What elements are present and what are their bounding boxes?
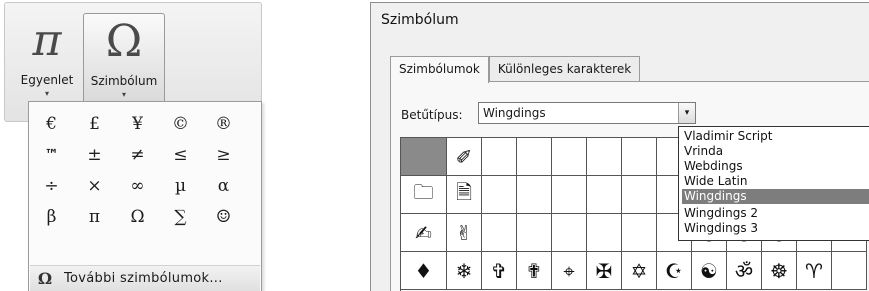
font-option-selected[interactable]: Wingdings [682, 189, 869, 204]
symbol-cell[interactable]: ✟ [517, 252, 552, 290]
font-option[interactable]: Wingdings 3 [682, 221, 869, 236]
symbol-cell[interactable] [552, 176, 587, 214]
symbol-gallery-item[interactable]: ≥ [205, 139, 242, 170]
more-symbols-label: További szimbólumok... [64, 271, 223, 286]
symbol-gallery-item[interactable]: ÷ [33, 170, 70, 201]
font-select-value: Wingdings [483, 106, 546, 120]
symbol-gallery-item[interactable]: π [76, 201, 113, 232]
symbol-gallery-item[interactable]: ≠ [119, 139, 156, 170]
symbol-cell[interactable] [517, 176, 552, 214]
tab-special-characters[interactable]: Különleges karakterek [488, 56, 641, 82]
symbol-cell[interactable]: 🗎 [447, 176, 482, 214]
symbol-cell[interactable]: ♈ [797, 252, 832, 290]
symbol-gallery-item[interactable]: ¥ [119, 108, 156, 139]
symbol-label: Szimbólum [90, 74, 158, 88]
symbol-gallery-item[interactable]: ™ [33, 139, 70, 170]
symbol-gallery-item[interactable]: ∑ [162, 201, 199, 232]
symbol-gallery-item[interactable]: ∞ [119, 170, 156, 201]
more-symbols-button[interactable]: Ω További szimbólumok... [30, 265, 260, 291]
symbol-cell[interactable]: ॐ [727, 252, 762, 290]
font-option[interactable]: Vladimir Script [682, 129, 869, 144]
symbol-gallery-item[interactable]: ± [76, 139, 113, 170]
symbol-cell[interactable] [552, 138, 587, 176]
pi-icon: π [32, 15, 62, 66]
equation-button[interactable]: π Egyenlet ▾ [13, 13, 81, 113]
symbol-cell[interactable] [482, 214, 517, 252]
symbol-cell[interactable]: ✡ [622, 252, 657, 290]
dialog-tabs: Szimbólumok Különleges karakterek [390, 56, 641, 83]
font-select[interactable]: Wingdings ▾ [478, 102, 696, 124]
symbol-cell[interactable] [622, 176, 657, 214]
font-option[interactable]: Wingdings 2 [682, 206, 869, 221]
symbol-cell[interactable] [482, 138, 517, 176]
symbol-cell[interactable]: ☯ [692, 252, 727, 290]
font-label: Betűtípus: [401, 108, 463, 122]
symbol-cell[interactable]: ✌ [447, 214, 482, 252]
symbol-gallery-item[interactable]: α [205, 170, 242, 201]
symbol-gallery-item[interactable]: µ [162, 170, 199, 201]
symbol-gallery-item[interactable]: € [33, 108, 70, 139]
symbol-cell[interactable] [622, 138, 657, 176]
chevron-down-icon: ▾ [44, 89, 49, 98]
symbol-cell[interactable]: ❄ [447, 252, 482, 290]
font-option[interactable]: Wide Latin [682, 174, 869, 189]
equation-label: Egyenlet [20, 73, 74, 87]
symbol-cell[interactable]: ☸ [762, 252, 797, 290]
font-option[interactable]: Webdings [682, 159, 869, 174]
symbol-gallery-item[interactable]: ≤ [162, 139, 199, 170]
symbol-gallery-item[interactable]: β [33, 201, 70, 232]
symbol-cell[interactable]: ✍ [401, 214, 447, 252]
symbol-gallery: € £ ¥ © ® ™ ± ≠ ≤ ≥ ÷ × ∞ µ α β π Ω ∑ ☺ … [28, 101, 262, 291]
symbol-cell[interactable] [587, 214, 622, 252]
symbol-cell[interactable] [622, 214, 657, 252]
symbol-cell[interactable] [587, 176, 622, 214]
symbol-gallery-item[interactable]: © [162, 108, 199, 139]
symbol-button[interactable]: Ω Szimbólum ▾ [83, 13, 165, 113]
symbol-gallery-item[interactable]: Ω [119, 201, 156, 232]
symbol-cell[interactable]: ♦ [401, 252, 447, 290]
symbol-gallery-item[interactable]: ☺ [205, 201, 242, 232]
symbol-cell[interactable] [517, 138, 552, 176]
symbol-cell[interactable]: ✐ [447, 138, 482, 176]
symbol-cell[interactable] [832, 252, 867, 290]
symbol-cell-selected[interactable] [401, 138, 447, 176]
dialog-title: Szimbólum [381, 12, 459, 28]
chevron-down-icon: ▾ [121, 90, 126, 99]
symbol-cell[interactable]: ✞ [482, 252, 517, 290]
symbol-cell[interactable] [587, 138, 622, 176]
symbol-cell[interactable] [552, 214, 587, 252]
omega-icon: Ω [37, 269, 53, 288]
omega-icon: Ω [105, 16, 143, 67]
symbol-cell[interactable] [482, 176, 517, 214]
symbol-cell[interactable]: ⌖ [552, 252, 587, 290]
symbol-gallery-item[interactable]: × [76, 170, 113, 201]
symbol-gallery-item[interactable]: ® [205, 108, 242, 139]
symbol-gallery-grid: € £ ¥ © ® ™ ± ≠ ≤ ≥ ÷ × ∞ µ α β π Ω ∑ ☺ [33, 108, 259, 232]
font-option[interactable]: Vrinda [682, 144, 869, 159]
symbol-cell[interactable]: 🗀 [401, 176, 447, 214]
symbol-cell[interactable] [517, 214, 552, 252]
symbol-cell[interactable]: ☪ [657, 252, 692, 290]
symbol-cell[interactable]: ✠ [587, 252, 622, 290]
chevron-down-icon[interactable]: ▾ [678, 103, 695, 123]
tab-symbols[interactable]: Szimbólumok [390, 56, 489, 83]
symbol-dialog: Szimbólum Szimbólumok Különleges karakte… [370, 2, 869, 291]
symbol-gallery-item[interactable]: £ [76, 108, 113, 139]
font-dropdown-list: Vladimir Script Vrinda Webdings Wide Lat… [678, 126, 869, 241]
